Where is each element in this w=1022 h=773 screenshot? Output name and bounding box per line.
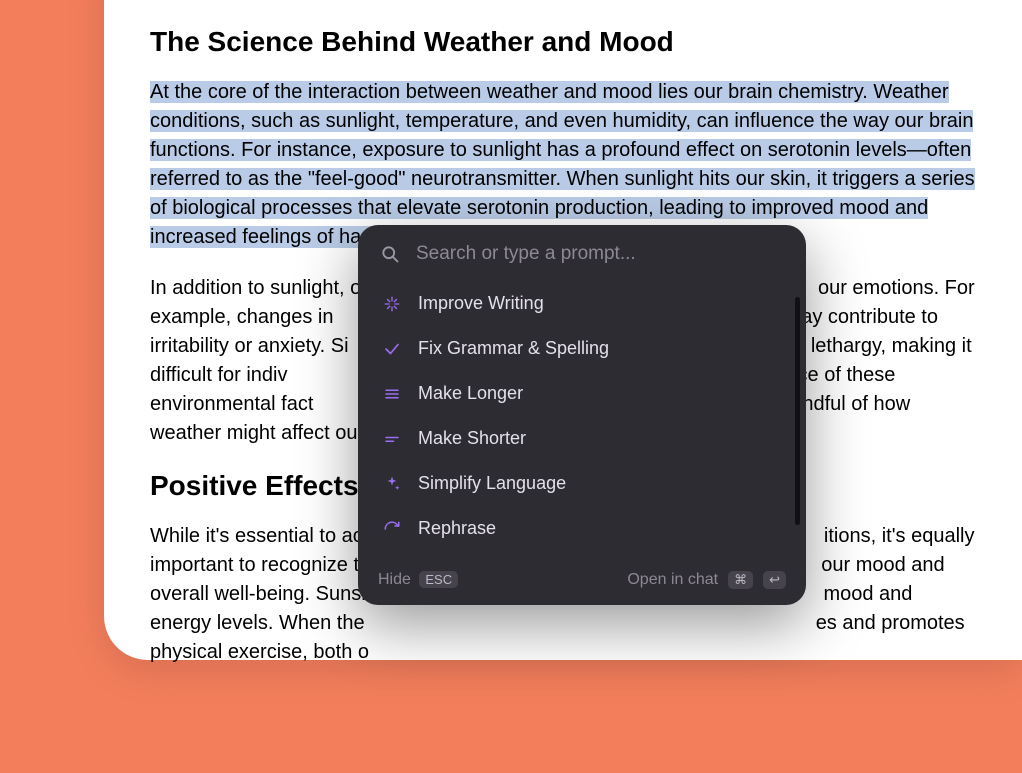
popup-search-row [358, 225, 806, 279]
action-fix-grammar[interactable]: Fix Grammar & Spelling [368, 326, 796, 371]
selected-text[interactable]: At the core of the interaction between w… [150, 81, 975, 248]
enter-key-icon: ↩ [763, 571, 786, 589]
action-make-longer[interactable]: Make Longer [368, 371, 796, 416]
action-make-shorter[interactable]: Make Shorter [368, 416, 796, 461]
action-rephrase[interactable]: Rephrase [368, 506, 796, 551]
footer-hide[interactable]: Hide ESC [378, 571, 458, 589]
refresh-icon [382, 519, 402, 539]
cmd-key-icon: ⌘ [728, 571, 753, 589]
esc-key-icon: ESC [419, 571, 458, 588]
footer-open-in-chat[interactable]: Open in chat ⌘ ↩ [627, 571, 786, 589]
action-label: Improve Writing [418, 293, 544, 314]
search-icon [380, 244, 400, 264]
action-label: Make Longer [418, 383, 523, 404]
ai-prompt-popup[interactable]: Improve Writing Fix Grammar & Spelling M… [358, 225, 806, 605]
check-icon [382, 339, 402, 359]
popup-footer: Hide ESC Open in chat ⌘ ↩ [358, 559, 806, 605]
heading-science: The Science Behind Weather and Mood [150, 26, 976, 58]
action-improve-writing[interactable]: Improve Writing [368, 281, 796, 326]
action-label: Make Shorter [418, 428, 526, 449]
action-simplify[interactable]: Simplify Language [368, 461, 796, 506]
popup-scrollbar[interactable] [795, 297, 800, 525]
lines-short-icon [382, 429, 402, 449]
action-label: Rephrase [418, 518, 496, 539]
sparkle-icon [382, 294, 402, 314]
sparkles-icon [382, 474, 402, 494]
action-label: Fix Grammar & Spelling [418, 338, 609, 359]
lines-long-icon [382, 384, 402, 404]
popup-action-list: Improve Writing Fix Grammar & Spelling M… [358, 279, 806, 551]
action-label: Simplify Language [418, 473, 566, 494]
search-input[interactable] [416, 243, 784, 265]
